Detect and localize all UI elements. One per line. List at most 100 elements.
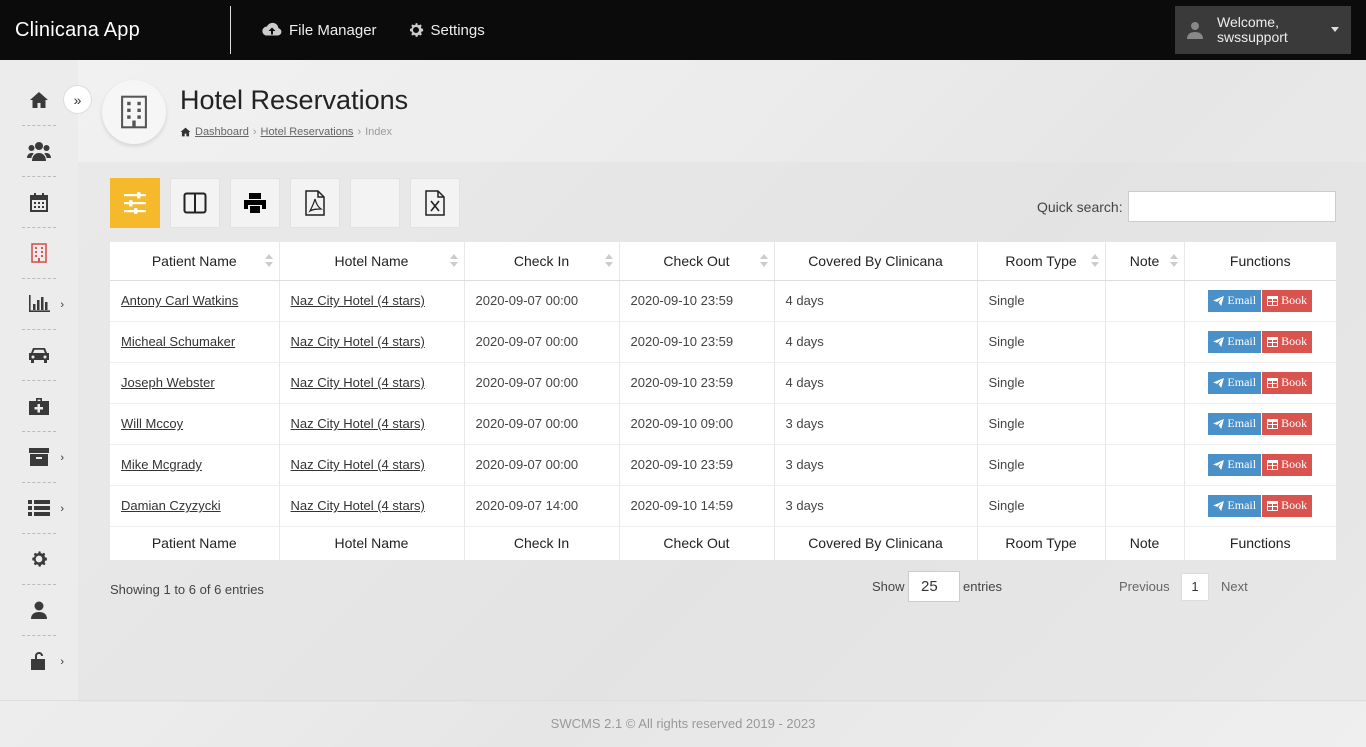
cell-functions: Email Book <box>1184 403 1336 445</box>
building-icon <box>31 243 47 263</box>
filter-toggle-button[interactable] <box>110 178 160 228</box>
email-button[interactable]: Email <box>1208 453 1262 476</box>
email-button[interactable]: Email <box>1208 494 1262 517</box>
chevron-down-icon <box>1331 27 1339 32</box>
patient-link[interactable]: Antony Carl Watkins <box>121 293 238 308</box>
file-manager-link[interactable]: File Manager <box>261 22 377 39</box>
book-button[interactable]: Book <box>1262 494 1313 517</box>
sidebar-divider <box>22 176 56 177</box>
sidebar-divider <box>22 380 56 381</box>
sidebar-item-users[interactable] <box>22 134 56 168</box>
book-button[interactable]: Book <box>1262 330 1313 353</box>
hotel-link[interactable]: Naz City Hotel (4 stars) <box>291 416 425 431</box>
chevron-right-icon: › <box>60 656 64 668</box>
chevron-right-icon: › <box>60 299 64 311</box>
hotel-link[interactable]: Naz City Hotel (4 stars) <box>291 498 425 513</box>
sidebar-item-medical[interactable] <box>22 389 56 423</box>
cell-functions: Email Book <box>1184 485 1336 527</box>
column-header-check-out[interactable]: Check Out <box>619 242 775 281</box>
sidebar-item-home[interactable] <box>22 83 56 117</box>
pagination-page-1[interactable]: 1 <box>1181 573 1209 601</box>
email-button[interactable]: Email <box>1208 289 1262 312</box>
cell-check-in: 2020-09-07 00:00 <box>464 280 620 322</box>
sidebar-item-transport[interactable] <box>22 338 56 372</box>
column-header-room-type[interactable]: Room Type <box>977 242 1106 281</box>
sidebar-divider <box>22 482 56 483</box>
columns-icon <box>183 192 207 214</box>
sidebar-divider <box>22 584 56 585</box>
book-button[interactable]: Book <box>1262 412 1313 435</box>
export-excel-button[interactable] <box>410 178 460 228</box>
export-pdf-button[interactable] <box>290 178 340 228</box>
cell-note <box>1105 280 1185 322</box>
column-header-patient-name[interactable]: Patient Name <box>110 242 280 281</box>
column-header-label: Functions <box>1229 252 1291 269</box>
cell-hotel-name: Naz City Hotel (4 stars) <box>279 362 465 404</box>
settings-link[interactable]: Settings <box>407 21 485 39</box>
cloud-upload-icon <box>262 22 282 36</box>
patient-link[interactable]: Micheal Schumaker <box>121 334 235 349</box>
cell-hotel-name: Naz City Hotel (4 stars) <box>279 444 465 486</box>
cell-note <box>1105 403 1185 445</box>
app-title[interactable]: Clinicana App <box>0 19 230 42</box>
user-menu[interactable]: Welcome, swssupport <box>1175 6 1351 54</box>
column-header-hotel-name[interactable]: Hotel Name <box>279 242 465 281</box>
book-button[interactable]: Book <box>1262 453 1313 476</box>
sidebar-item-hotels[interactable] <box>22 236 56 270</box>
sidebar-toggle-button[interactable]: » <box>63 85 92 114</box>
cell-check-in: 2020-09-07 00:00 <box>464 321 620 363</box>
sort-icon <box>264 254 273 268</box>
patient-link[interactable]: Mike Mcgrady <box>121 457 202 472</box>
hotel-link[interactable]: Naz City Hotel (4 stars) <box>291 293 425 308</box>
print-icon <box>244 193 266 213</box>
pagination-previous[interactable]: Previous <box>1119 579 1170 594</box>
page-size-select[interactable]: 25 <box>908 571 960 602</box>
breadcrumb-separator: › <box>357 126 362 138</box>
sidebar-item-reports[interactable]: › <box>22 287 64 321</box>
patient-link[interactable]: Damian Czyzycki <box>121 498 221 513</box>
cell-covered: 4 days <box>774 321 978 363</box>
paper-plane-icon <box>1213 336 1225 347</box>
hotel-link[interactable]: Naz City Hotel (4 stars) <box>291 334 425 349</box>
sort-icon <box>1169 254 1178 268</box>
entries-label: entries <box>963 579 1003 594</box>
export-blank-button[interactable] <box>350 178 400 228</box>
book-button[interactable]: Book <box>1262 289 1313 312</box>
hotel-link[interactable]: Naz City Hotel (4 stars) <box>291 375 425 390</box>
quick-search-input[interactable] <box>1128 191 1336 222</box>
sidebar-item-profile[interactable] <box>22 593 56 627</box>
email-button[interactable]: Email <box>1208 371 1262 394</box>
breadcrumb-hotel-reservations[interactable]: Hotel Reservations <box>261 126 354 138</box>
patient-link[interactable]: Will Mccoy <box>121 416 183 431</box>
sidebar-divider <box>22 635 56 636</box>
book-button[interactable]: Book <box>1262 371 1313 394</box>
patient-link[interactable]: Joseph Webster <box>121 375 215 390</box>
sidebar-item-calendar[interactable] <box>22 185 56 219</box>
breadcrumb-dashboard[interactable]: Dashboard <box>195 126 249 138</box>
print-button[interactable] <box>230 178 280 228</box>
email-button[interactable]: Email <box>1208 412 1262 435</box>
column-footer-label: Check In <box>464 525 620 560</box>
sidebar-item-lists[interactable]: › <box>22 491 64 525</box>
cell-room-type: Single <box>977 362 1106 404</box>
hotel-link[interactable]: Naz City Hotel (4 stars) <box>291 457 425 472</box>
breadcrumb-separator: › <box>252 126 257 138</box>
cell-room-type: Single <box>977 321 1106 363</box>
cell-hotel-name: Naz City Hotel (4 stars) <box>279 485 465 527</box>
cell-functions: Email Book <box>1184 280 1336 322</box>
columns-button[interactable] <box>170 178 220 228</box>
cell-check-out: 2020-09-10 23:59 <box>619 321 775 363</box>
column-footer-label: Hotel Name <box>279 525 465 560</box>
email-button[interactable]: Email <box>1208 330 1262 353</box>
column-header-note[interactable]: Note <box>1105 242 1185 281</box>
column-footer-label: Note <box>1105 525 1185 560</box>
sidebar-item-archive[interactable]: › <box>22 440 64 474</box>
sidebar-item-settings[interactable] <box>22 542 56 576</box>
username: swssupport <box>1217 29 1288 45</box>
sidebar-item-security[interactable]: › <box>22 644 64 678</box>
pagination-next[interactable]: Next <box>1221 579 1248 594</box>
column-header-check-in[interactable]: Check In <box>464 242 620 281</box>
cell-room-type: Single <box>977 280 1106 322</box>
settings-label: Settings <box>430 21 485 39</box>
cell-note <box>1105 321 1185 363</box>
